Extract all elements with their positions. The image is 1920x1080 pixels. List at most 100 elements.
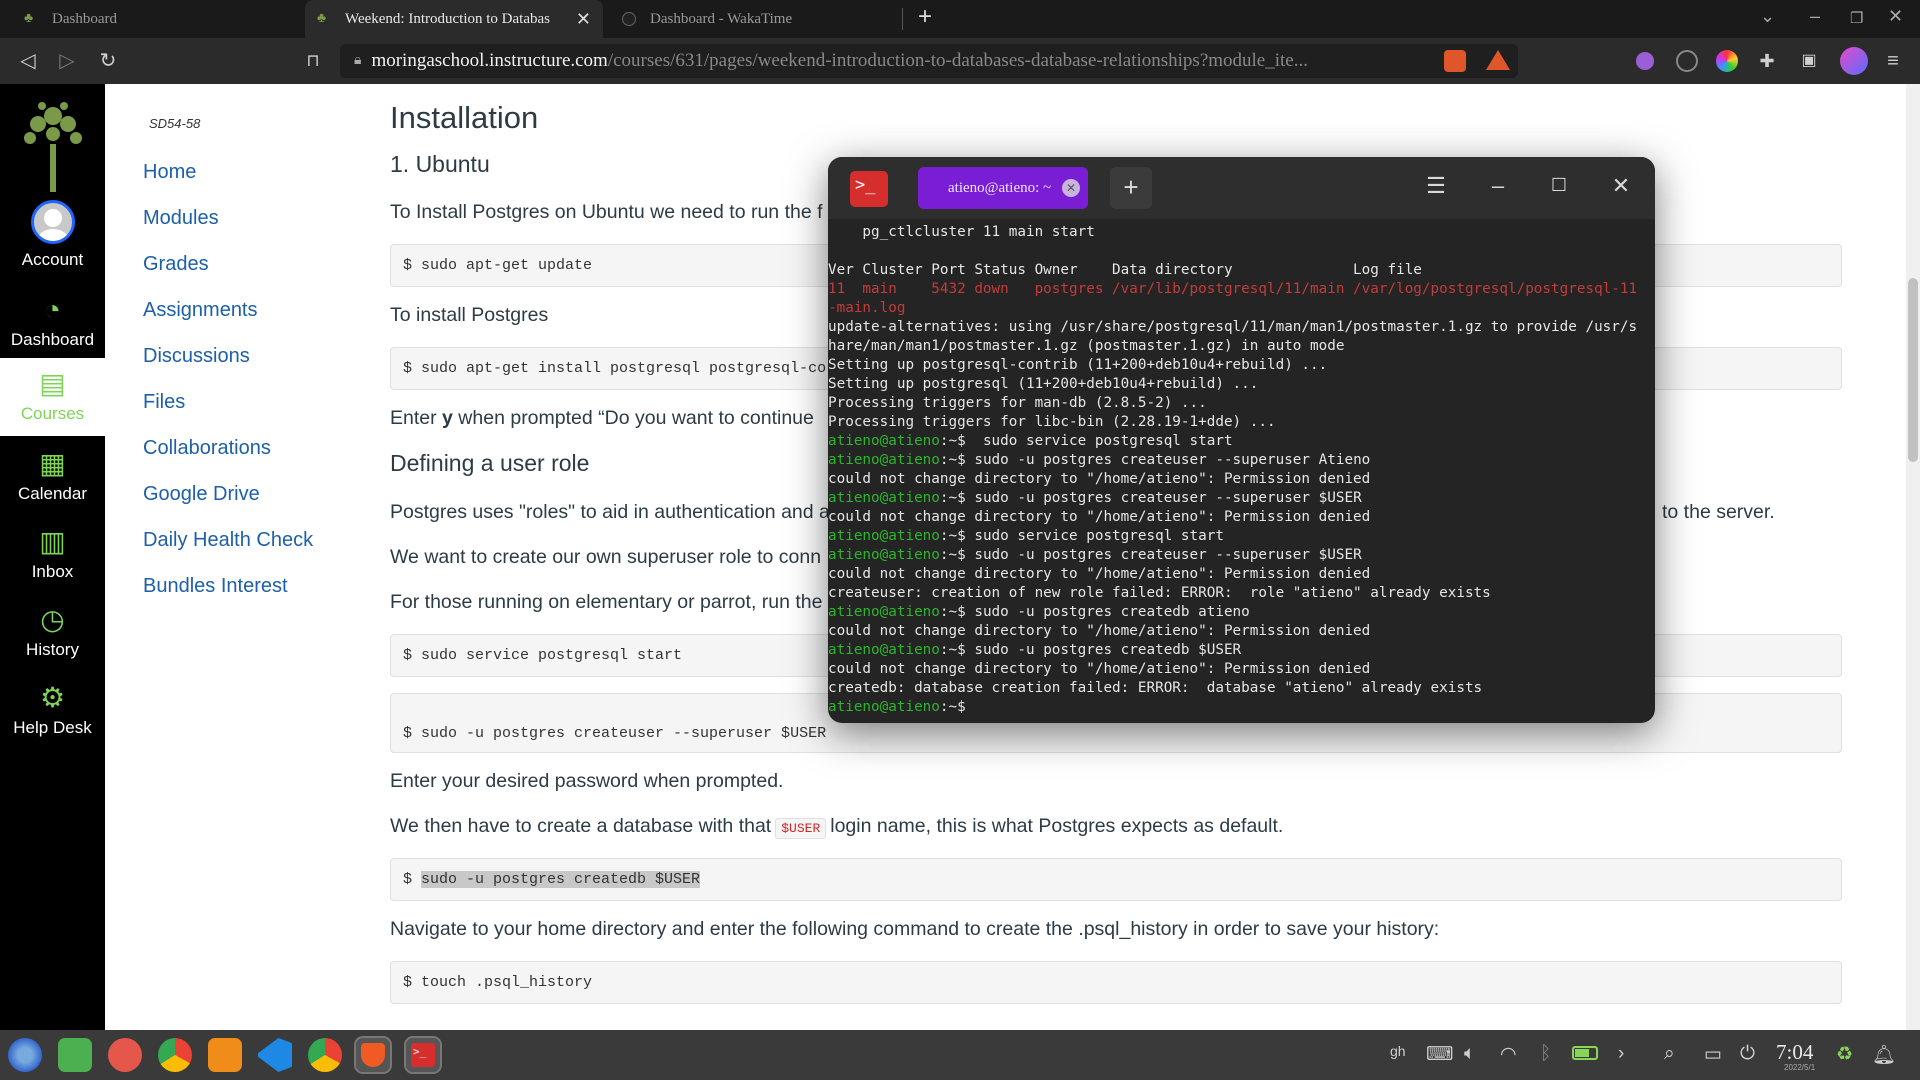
profile-avatar[interactable] (1840, 47, 1868, 75)
course-nav-modules[interactable]: Modules (143, 207, 219, 230)
terminal-line: atieno@atieno:~$ (828, 698, 1655, 717)
terminal-prompt: atieno@atieno (828, 490, 940, 506)
minimize-icon[interactable]: – (1483, 173, 1513, 199)
wifi-icon[interactable]: ◠ (1500, 1043, 1517, 1066)
bluetooth-icon[interactable]: ᛒ (1540, 1043, 1551, 1065)
wallet-icon[interactable]: ▣ (1796, 48, 1822, 74)
course-nav-google-drive[interactable]: Google Drive (143, 483, 260, 506)
sync-extension-icon[interactable] (1676, 50, 1698, 72)
terminal-tab[interactable]: atieno@atieno: ~ ✕ (918, 167, 1088, 209)
keyboard-icon[interactable]: ⌨ (1426, 1043, 1453, 1066)
search-icon[interactable]: ⌕ (1664, 1043, 1675, 1065)
bold-y: y (442, 407, 453, 429)
code-prefix: $ (403, 871, 422, 888)
text-span: We then have to create a database with t… (390, 815, 772, 837)
terminal-line: 11 main 5432 down postgres /var/lib/post… (828, 281, 1638, 297)
terminal-line: -main.log (828, 300, 906, 316)
course-nav-discussions[interactable]: Discussions (143, 345, 250, 368)
back-icon[interactable]: ◁ (15, 48, 41, 74)
pen-extension-icon[interactable] (1636, 52, 1654, 70)
sublime-text-icon[interactable] (208, 1038, 242, 1072)
battery-icon[interactable] (1572, 1046, 1598, 1060)
browser-tab-bar: ♣ Dashboard ♣ Weekend: Introduction to D… (0, 0, 1920, 38)
terminal-line: could not change directory to "/home/ati… (828, 509, 1371, 525)
terminal-line: createdb: database creation failed: ERRO… (828, 680, 1483, 696)
taskbar: >_ gh ⌨ 🔈︎ ◠ ᛒ › ⌕ ▭ ⏻ 7:04 2022/5/1 ♻ 🔔… (0, 1030, 1920, 1080)
global-nav-history[interactable]: ◷ History (0, 604, 105, 660)
code-block-touch-history: $ touch .psql_history (390, 961, 1842, 1004)
terminal-output[interactable]: pg_ctlcluster 11 main start Ver Cluster P… (828, 219, 1655, 723)
chevron-right-icon[interactable]: › (1618, 1043, 1624, 1065)
tab-dashboard[interactable]: ♣ Dashboard (12, 0, 302, 38)
brave-shields-icon[interactable] (1444, 50, 1466, 72)
global-navigation: Account ◔ Dashboard ▤ Courses ▦ Calendar… (0, 84, 105, 1030)
close-window-button[interactable]: ✕ (1888, 6, 1903, 27)
terminal-line: hare/man/man1/postmaster.1.gz (postmaste… (828, 338, 1345, 354)
maximize-window-button[interactable]: ❐ (1850, 9, 1863, 27)
terminal-tab-title: atieno@atieno: ~ (948, 179, 1052, 196)
global-nav-courses[interactable]: ▤ Courses (0, 358, 105, 436)
menu-icon[interactable]: ≡ (1880, 48, 1906, 74)
global-nav-calendar[interactable]: ▦ Calendar (0, 448, 105, 504)
tab-separator (902, 8, 903, 30)
launcher-icon[interactable] (8, 1038, 42, 1072)
file-manager-icon[interactable] (58, 1038, 92, 1072)
terminal-glyph-icon: >_ (411, 1043, 435, 1067)
scrollbar-thumb[interactable] (1908, 278, 1918, 462)
bookmark-icon[interactable]: ⊓ (300, 48, 326, 74)
reload-icon[interactable]: ↻ (95, 48, 121, 74)
forward-icon[interactable]: ▷ (54, 48, 80, 74)
vscode-icon[interactable] (258, 1038, 292, 1072)
power-icon[interactable]: ⏻ (1740, 1043, 1755, 1065)
notification-bell-icon[interactable]: 🔔︎ (1872, 1043, 1896, 1067)
text-span: when prompted “Do you want to continue (452, 407, 814, 429)
puzzle-icon[interactable]: ✚ (1754, 48, 1780, 74)
chrome-icon[interactable] (308, 1038, 342, 1072)
course-nav-home[interactable]: Home (143, 161, 196, 184)
trash-icon[interactable]: ♻ (1836, 1043, 1853, 1066)
global-nav-inbox[interactable]: ▥ Inbox (0, 526, 105, 582)
global-nav-help-desk[interactable]: ⚙ Help Desk (0, 682, 105, 738)
chrome-icon[interactable] (158, 1038, 192, 1072)
course-nav-assignments[interactable]: Assignments (143, 299, 258, 322)
brave-browser-icon[interactable] (354, 1036, 392, 1074)
terminal-header: >_ atieno@atieno: ~ ✕ + ☰ – ☐ ✕ (828, 157, 1655, 219)
clock-time[interactable]: 7:04 (1776, 1040, 1813, 1065)
volume-icon[interactable]: 🔈︎ (1464, 1043, 1475, 1065)
screen-recorder-icon[interactable] (108, 1038, 142, 1072)
clock-date: 2022/5/1 (1784, 1063, 1816, 1072)
course-nav-bundles-interest[interactable]: Bundles Interest (143, 575, 288, 598)
paragraph-install-postgres: To install Postgres (390, 304, 549, 326)
global-nav-account[interactable]: Account (0, 200, 105, 270)
close-icon[interactable]: ✕ (576, 9, 591, 30)
color-extension-icon[interactable] (1716, 50, 1738, 72)
input-method-icon[interactable]: gh (1390, 1043, 1406, 1059)
terminal-new-tab-button[interactable]: + (1110, 167, 1152, 209)
terminal-line: Setting up postgresql (11+200+deb10u4+re… (828, 376, 1259, 392)
screen-icon[interactable]: ▭ (1704, 1043, 1722, 1066)
tab-wakatime[interactable]: Dashboard - WakaTime (610, 0, 900, 38)
new-tab-button[interactable]: + (918, 3, 932, 31)
nav-label: Inbox (31, 562, 74, 581)
course-nav-daily-health-check[interactable]: Daily Health Check (143, 529, 313, 552)
maximize-icon[interactable]: ☐ (1544, 175, 1574, 196)
tab-weekend-databases[interactable]: ♣ Weekend: Introduction to Databas ✕ (305, 0, 603, 38)
course-nav-files[interactable]: Files (143, 391, 185, 414)
page-scrollbar[interactable] (1906, 84, 1920, 1030)
course-nav-collaborations[interactable]: Collaborations (143, 437, 271, 460)
minimize-window-button[interactable]: – (1810, 6, 1820, 27)
close-icon[interactable]: ✕ (1062, 179, 1080, 197)
close-icon[interactable]: ✕ (1606, 173, 1636, 199)
terminal-prompt: atieno@atieno (828, 604, 940, 620)
hamburger-menu-icon[interactable]: ☰ (1421, 173, 1451, 199)
address-bar[interactable]: 🔒︎ moringaschool.instructure.com /course… (340, 44, 1518, 78)
terminal-line: atieno@atieno:~$ sudo -u postgres create… (828, 546, 1655, 565)
nav-label: Calendar (18, 484, 87, 503)
terminal-taskbar-icon[interactable]: >_ (404, 1036, 442, 1074)
course-nav-grades[interactable]: Grades (143, 253, 209, 276)
selected-code-text[interactable]: sudo -u postgres createdb $USER (421, 871, 701, 888)
tab-list-chevron-icon[interactable]: ⌄ (1760, 6, 1775, 27)
terminal-window[interactable]: >_ atieno@atieno: ~ ✕ + ☰ – ☐ ✕ pg_ctlcl… (828, 157, 1655, 723)
brave-rewards-icon[interactable] (1486, 50, 1510, 70)
terminal-command: :~$ sudo -u postgres createuser --superu… (939, 490, 1362, 506)
